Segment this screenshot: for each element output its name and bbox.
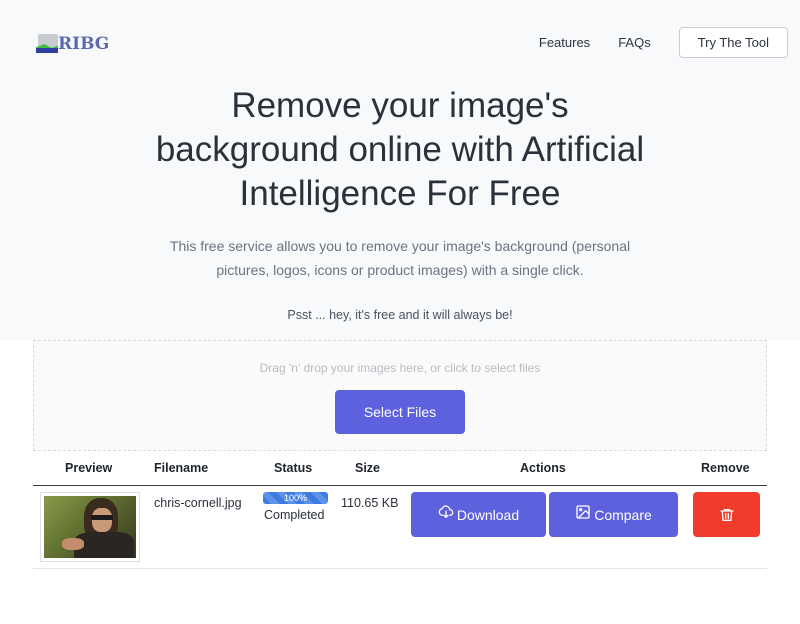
- logo[interactable]: RIBG: [36, 33, 109, 55]
- landscape-logo-icon: [36, 34, 58, 54]
- nav-link-features[interactable]: Features: [539, 35, 590, 50]
- compare-button[interactable]: Compare: [549, 492, 678, 537]
- description-line: pictures, logos, icons or product images…: [216, 262, 584, 278]
- preview-thumbnail: [40, 492, 140, 562]
- table-row: chris-cornell.jpg 100% Completed 110.65 …: [33, 486, 767, 569]
- description-line: This free service allows you to remove y…: [169, 238, 631, 254]
- column-header-preview: Preview: [65, 461, 113, 475]
- image-icon: [576, 504, 590, 519]
- nav-link-faqs[interactable]: FAQs: [618, 35, 651, 50]
- files-table-header: Preview Filename Status Size Actions Rem…: [33, 455, 767, 486]
- logo-text: RIBG: [58, 34, 110, 54]
- column-header-remove: Remove: [701, 461, 750, 475]
- title-line: Remove your image's: [231, 86, 569, 125]
- filename: chris-cornell.jpg: [154, 496, 242, 510]
- select-files-button[interactable]: Select Files: [335, 390, 465, 434]
- top-nav: Features FAQs Try The Tool: [539, 27, 788, 58]
- trash-icon: [719, 508, 734, 521]
- page-title: Remove your image's background online wi…: [100, 84, 700, 216]
- cloud-download-icon: [438, 504, 454, 518]
- progress-bar: 100%: [263, 492, 328, 504]
- column-header-status: Status: [274, 461, 313, 475]
- column-header-actions: Actions: [520, 461, 566, 475]
- download-button[interactable]: Download: [411, 492, 546, 537]
- try-the-tool-button[interactable]: Try The Tool: [678, 27, 788, 58]
- title-line: Intelligence For Free: [239, 174, 561, 213]
- free-note: Psst ... hey, it's free and it will alwa…: [287, 308, 513, 322]
- dropzone-hint: Drag 'n' drop your images here, or click…: [259, 361, 541, 375]
- status-text: Completed: [264, 508, 325, 522]
- title-line: background online with Artificial: [155, 130, 645, 169]
- file-size: 110.65 KB: [341, 496, 399, 510]
- column-header-size: Size: [355, 461, 381, 475]
- image-dropzone[interactable]: Drag 'n' drop your images here, or click…: [33, 340, 767, 451]
- remove-button[interactable]: [693, 492, 760, 537]
- download-label: Download: [456, 506, 520, 523]
- compare-label: Compare: [594, 506, 652, 523]
- preview-image: [44, 496, 136, 558]
- column-header-filename: Filename: [154, 461, 209, 475]
- hero-description: This free service allows you to remove y…: [150, 234, 650, 282]
